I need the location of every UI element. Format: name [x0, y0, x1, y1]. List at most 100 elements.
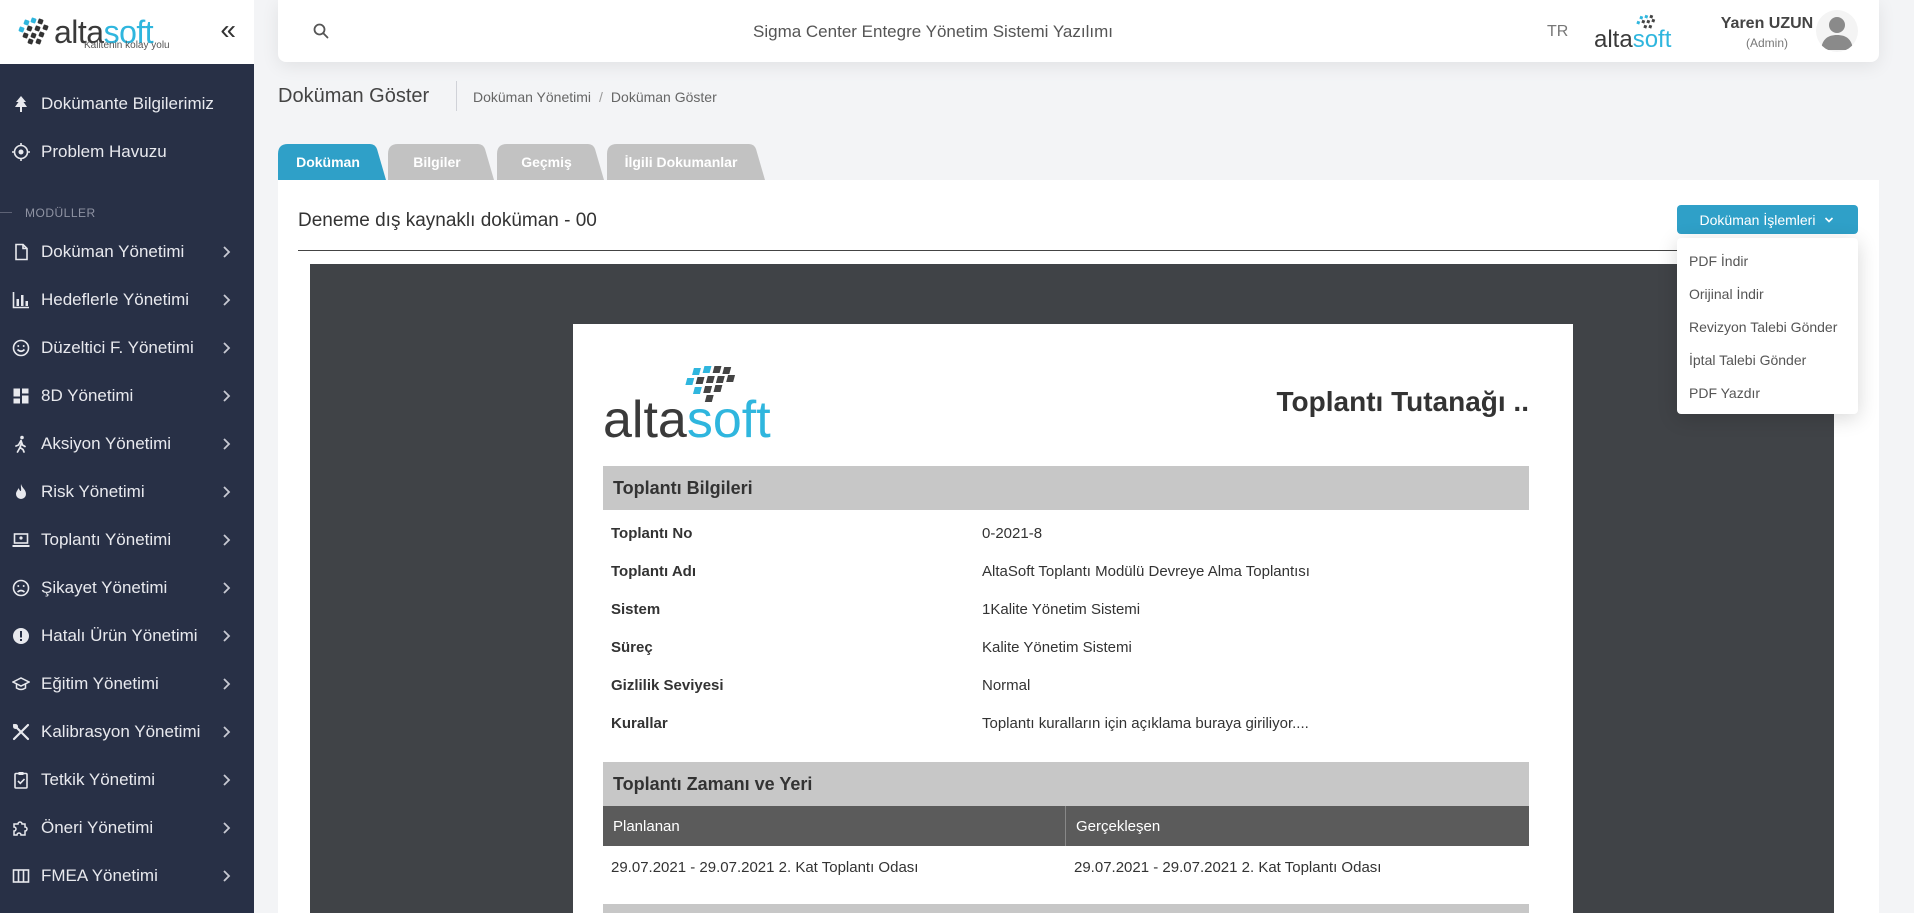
top-navbar: Sigma Center Entegre Yönetim Sistemi Yaz…: [278, 0, 1879, 62]
info-row: Kurallar Toplantı kuralların için açıkla…: [611, 704, 1309, 742]
target-icon: [12, 143, 30, 161]
info-value: Toplantı kuralların için açıklama buraya…: [982, 714, 1309, 732]
document-actions-button[interactable]: Doküman İşlemleri: [1677, 205, 1858, 234]
tab-bilgiler[interactable]: Bilgiler: [388, 144, 494, 180]
sidebar-item-aksiyon-yonetimi[interactable]: Aksiyon Yönetimi: [0, 420, 254, 468]
info-value: Normal: [982, 676, 1031, 694]
info-row: Sistem 1Kalite Yönetim Sistemi: [611, 590, 1140, 628]
language-selector[interactable]: TR: [1547, 23, 1568, 41]
sidebar-item-oneri-yonetimi[interactable]: Öneri Yönetimi: [0, 804, 254, 852]
sidebar-item-label: Hedeflerle Yönetimi: [41, 290, 190, 309]
alert-circle-icon: [12, 627, 30, 645]
document-viewer[interactable]: altasoft Toplantı Tutanağı .. Toplantı B…: [310, 264, 1834, 913]
next-section-header: [603, 904, 1529, 913]
tab-dokuman[interactable]: Doküman: [278, 144, 386, 180]
sidebar-item-kalibrasyon-yonetimi[interactable]: Kalibrasyon Yönetimi: [0, 708, 254, 756]
info-value: AltaSoft Toplantı Modülü Devreye Alma To…: [982, 562, 1310, 580]
sidebar-item-8d-yonetimi[interactable]: 8D Yönetimi: [0, 372, 254, 420]
menu-item-iptal-talebi[interactable]: İptal Talebi Gönder: [1677, 343, 1858, 376]
info-key: Kurallar: [611, 714, 668, 732]
sidebar-item-label: Problem Havuzu: [41, 142, 167, 161]
actual-cell: 29.07.2021 - 29.07.2021 2. Kat Toplantı …: [1074, 858, 1382, 876]
dashboard-icon: [12, 387, 30, 405]
smile-icon: [12, 339, 30, 357]
document-heading: Toplantı Tutanağı ..: [1276, 386, 1530, 417]
sidebar-item-label: Tetkik Yönetimi: [41, 770, 156, 789]
info-value: 0-2021-8: [982, 524, 1043, 542]
sidebar-item-label: Doküman Yönetimi: [41, 242, 185, 261]
sidebar-item-label: Kalibrasyon Yönetimi: [41, 722, 201, 741]
planned-cell: 29.07.2021 - 29.07.2021 2. Kat Toplantı …: [611, 858, 919, 876]
page-title: Doküman Göster: [278, 85, 430, 107]
sidebar-item-dokuman-yonetimi[interactable]: Doküman Yönetimi: [0, 228, 254, 276]
app-title: Sigma Center Entegre Yönetim Sistemi Yaz…: [753, 22, 1113, 41]
info-value: Kalite Yönetim Sistemi: [982, 638, 1132, 656]
header-divider: [456, 81, 457, 111]
column-header-planned: Planlanan: [603, 806, 1066, 846]
sidebar-item-problem-havuzu[interactable]: Problem Havuzu: [0, 128, 254, 176]
company-logo: altasoft: [1594, 14, 1698, 52]
tree-icon: [12, 95, 30, 113]
puzzle-icon: [12, 819, 30, 837]
sidebar-item-label: Hatalı Ürün Yönetimi: [41, 626, 198, 645]
tools-icon: [12, 723, 30, 741]
breadcrumb-separator: /: [599, 89, 603, 105]
brand-tagline: Kalitenin kolay yolu: [84, 40, 170, 51]
chevron-right-icon: [223, 630, 231, 642]
tab-gecmis[interactable]: Geçmiş: [497, 144, 604, 180]
chevron-right-icon: [223, 342, 231, 354]
time-table-header: Planlanan Gerçekleşen: [603, 806, 1529, 846]
sidebar-item-sikayet-yonetimi[interactable]: Şikayet Yönetimi: [0, 564, 254, 612]
chevron-right-icon: [223, 294, 231, 306]
document-wordmark: altasoft: [603, 391, 771, 449]
sidebar-item-hedeflerle-yonetimi[interactable]: Hedeflerle Yönetimi: [0, 276, 254, 324]
sidebar-item-label: Eğitim Yönetimi: [41, 674, 159, 693]
chevron-right-icon: [223, 774, 231, 786]
laptop-icon: [12, 531, 30, 549]
info-key: Süreç: [611, 638, 653, 656]
sidebar: altasoft Kalitenin kolay yolu « Dokümant…: [0, 0, 254, 913]
sidebar-item-label: Dokümante Bilgilerimiz: [41, 94, 214, 113]
sidebar-item-hatali-urun-yonetimi[interactable]: Hatalı Ürün Yönetimi: [0, 612, 254, 660]
sidebar-item-duzeltici-yonetimi[interactable]: Düzeltici F. Yönetimi: [0, 324, 254, 372]
info-key: Gizlilik Seviyesi: [611, 676, 724, 694]
menu-item-revizyon-talebi[interactable]: Revizyon Talebi Gönder: [1677, 310, 1858, 343]
sidebar-item-egitim-yonetimi[interactable]: Eğitim Yönetimi: [0, 660, 254, 708]
chevron-right-icon: [223, 486, 231, 498]
tab-ilgili-dokumanlar[interactable]: İlgili Dokumanlar: [607, 144, 765, 180]
sidebar-item-fmea-yonetimi[interactable]: FMEA Yönetimi: [0, 852, 254, 900]
menu-item-orijinal-indir[interactable]: Orijinal İndir: [1677, 277, 1858, 310]
sidebar-item-tetkik-yonetimi[interactable]: Tetkik Yönetimi: [0, 756, 254, 804]
sidebar-item-label: Risk Yönetimi: [41, 482, 145, 501]
breadcrumb-item-current: Doküman Göster: [610, 89, 717, 105]
table-row: 29.07.2021 - 29.07.2021 2. Kat Toplantı …: [603, 848, 1529, 886]
bar-chart-icon: [12, 291, 30, 309]
user-name[interactable]: Yaren UZUN: [1712, 15, 1822, 33]
fire-icon: [12, 483, 30, 501]
document-page: altasoft Toplantı Tutanağı .. Toplantı B…: [573, 324, 1573, 913]
sidebar-item-toplanti-yonetimi[interactable]: Toplantı Yönetimi: [0, 516, 254, 564]
sidebar-item-dokumante-bilgilerimiz[interactable]: Dokümante Bilgilerimiz: [0, 80, 254, 128]
sidebar-item-label: FMEA Yönetimi: [41, 866, 158, 885]
sidebar-item-risk-yonetimi[interactable]: Risk Yönetimi: [0, 468, 254, 516]
menu-item-pdf-indir[interactable]: PDF İndir: [1677, 244, 1858, 277]
chevron-right-icon: [223, 438, 231, 450]
sidebar-item-label: 8D Yönetimi: [41, 386, 134, 405]
section-label-modules: MODÜLLER: [0, 198, 254, 228]
brand-logo[interactable]: altasoft Kalitenin kolay yolu «: [0, 0, 254, 64]
document-actions-label: Doküman İşlemleri: [1699, 211, 1816, 228]
chevron-right-icon: [223, 390, 231, 402]
info-row: Toplantı Adı AltaSoft Toplantı Modülü De…: [611, 552, 1310, 590]
document-actions-menu: PDF İndir Orijinal İndir Revizyon Talebi…: [1677, 238, 1858, 414]
menu-item-pdf-yazdir[interactable]: PDF Yazdır: [1677, 376, 1858, 409]
avatar[interactable]: [1816, 10, 1858, 52]
breadcrumb-item-dokuman-yonetimi[interactable]: Doküman Yönetimi: [473, 89, 591, 105]
info-key: Sistem: [611, 600, 661, 618]
frown-icon: [12, 579, 30, 597]
columns-icon: [12, 867, 30, 885]
collapse-sidebar-button[interactable]: «: [220, 16, 236, 44]
section-header-meeting-info: Toplantı Bilgileri: [603, 466, 1529, 510]
chevron-right-icon: [223, 582, 231, 594]
info-row: Toplantı No 0-2021-8: [611, 514, 1042, 552]
chevron-right-icon: [223, 822, 231, 834]
